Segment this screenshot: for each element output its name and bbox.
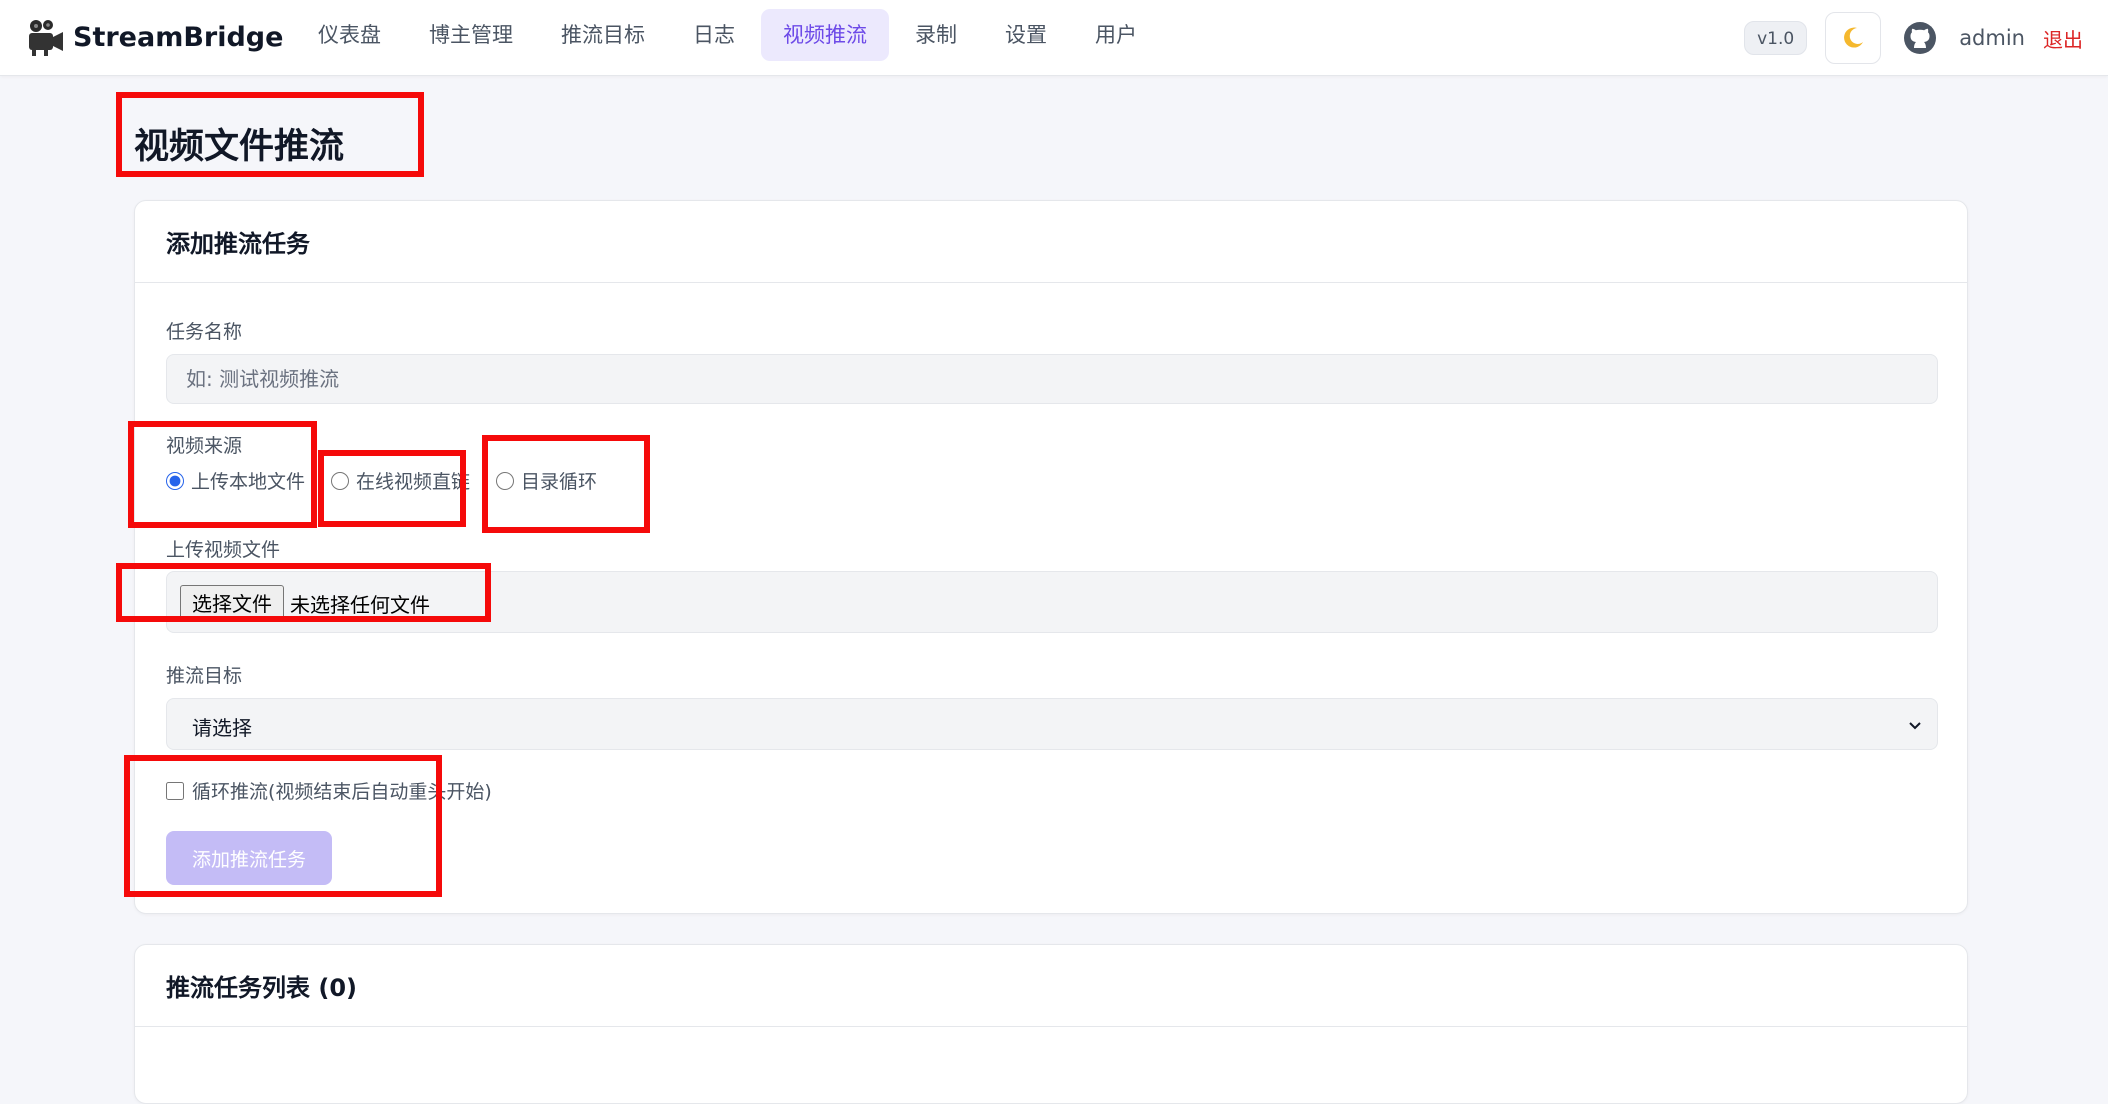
theme-toggle-button[interactable] [1825, 12, 1882, 64]
task-list-title: 推流任务列表 (0) [166, 974, 357, 1002]
nav-item-logs[interactable]: 日志 [671, 9, 757, 61]
choose-file-button[interactable]: 选择文件 [180, 585, 284, 620]
nav-item-push-targets[interactable]: 推流目标 [539, 9, 667, 61]
nav-item-settings[interactable]: 设置 [983, 9, 1069, 61]
source-option-online-url-label: 在线视频直链 [356, 471, 471, 493]
source-option-directory-loop-label: 目录循环 [521, 471, 598, 493]
source-option-upload-label: 上传本地文件 [191, 471, 306, 493]
chevron-down-icon [1909, 722, 1921, 730]
loop-push-checkbox[interactable] [166, 781, 184, 800]
task-list-card: 推流任务列表 (0) [134, 944, 1968, 1104]
file-upload-field[interactable]: 选择文件 未选择任何文件 [166, 571, 1938, 633]
source-radio-upload[interactable] [166, 471, 184, 490]
logout-link[interactable]: 退出 [2043, 24, 2083, 53]
nav-right: v1.0 admin 退出 [1744, 12, 2083, 64]
source-option-directory-loop[interactable]: 目录循环 [496, 467, 597, 494]
add-task-card: 添加推流任务 任务名称 视频来源 上传本地文件 在线视频直链 目录循环 上传视频… [134, 200, 1968, 914]
app-name: StreamBridge [73, 21, 284, 53]
task-name-input[interactable] [166, 354, 1938, 404]
nav-item-dashboard[interactable]: 仪表盘 [296, 9, 403, 61]
camera-icon [29, 20, 63, 56]
push-target-selected: 请选择 [192, 716, 252, 740]
task-name-label: 任务名称 [166, 321, 243, 343]
add-push-task-button[interactable]: 添加推流任务 [166, 831, 332, 885]
video-source-label: 视频来源 [166, 435, 243, 457]
push-target-label: 推流目标 [166, 665, 243, 687]
source-radio-online-url[interactable] [331, 471, 349, 490]
top-navbar: StreamBridge 仪表盘 博主管理 推流目标 日志 视频推流 录制 设置… [0, 0, 2108, 76]
task-list-card-header: 推流任务列表 (0) [135, 945, 1967, 1027]
add-task-card-header: 添加推流任务 [135, 201, 1967, 283]
push-target-select[interactable]: 请选择 [166, 698, 1938, 750]
loop-push-label: 循环推流(视频结束后自动重头开始) [192, 781, 492, 803]
loop-push-option[interactable]: 循环推流(视频结束后自动重头开始) [166, 777, 492, 804]
source-radio-directory-loop[interactable] [496, 471, 514, 490]
upload-video-label: 上传视频文件 [166, 539, 281, 561]
source-option-upload[interactable]: 上传本地文件 [166, 467, 305, 494]
nav-item-streamers[interactable]: 博主管理 [407, 9, 535, 61]
version-badge: v1.0 [1744, 21, 1808, 55]
nav-item-video-push[interactable]: 视频推流 [761, 9, 889, 61]
nav-item-users[interactable]: 用户 [1073, 9, 1159, 61]
github-icon[interactable] [1903, 21, 1937, 55]
current-user: admin [1959, 26, 2025, 50]
source-option-online-url[interactable]: 在线视频直链 [331, 467, 470, 494]
page-title: 视频文件推流 [134, 127, 345, 167]
add-task-title: 添加推流任务 [166, 230, 310, 258]
moon-icon [1844, 27, 1864, 48]
main-nav: 仪表盘 博主管理 推流目标 日志 视频推流 录制 设置 用户 [296, 9, 1163, 61]
brand[interactable]: StreamBridge [25, 14, 283, 60]
nav-item-recording[interactable]: 录制 [893, 9, 979, 61]
file-status-text: 未选择任何文件 [290, 593, 430, 617]
